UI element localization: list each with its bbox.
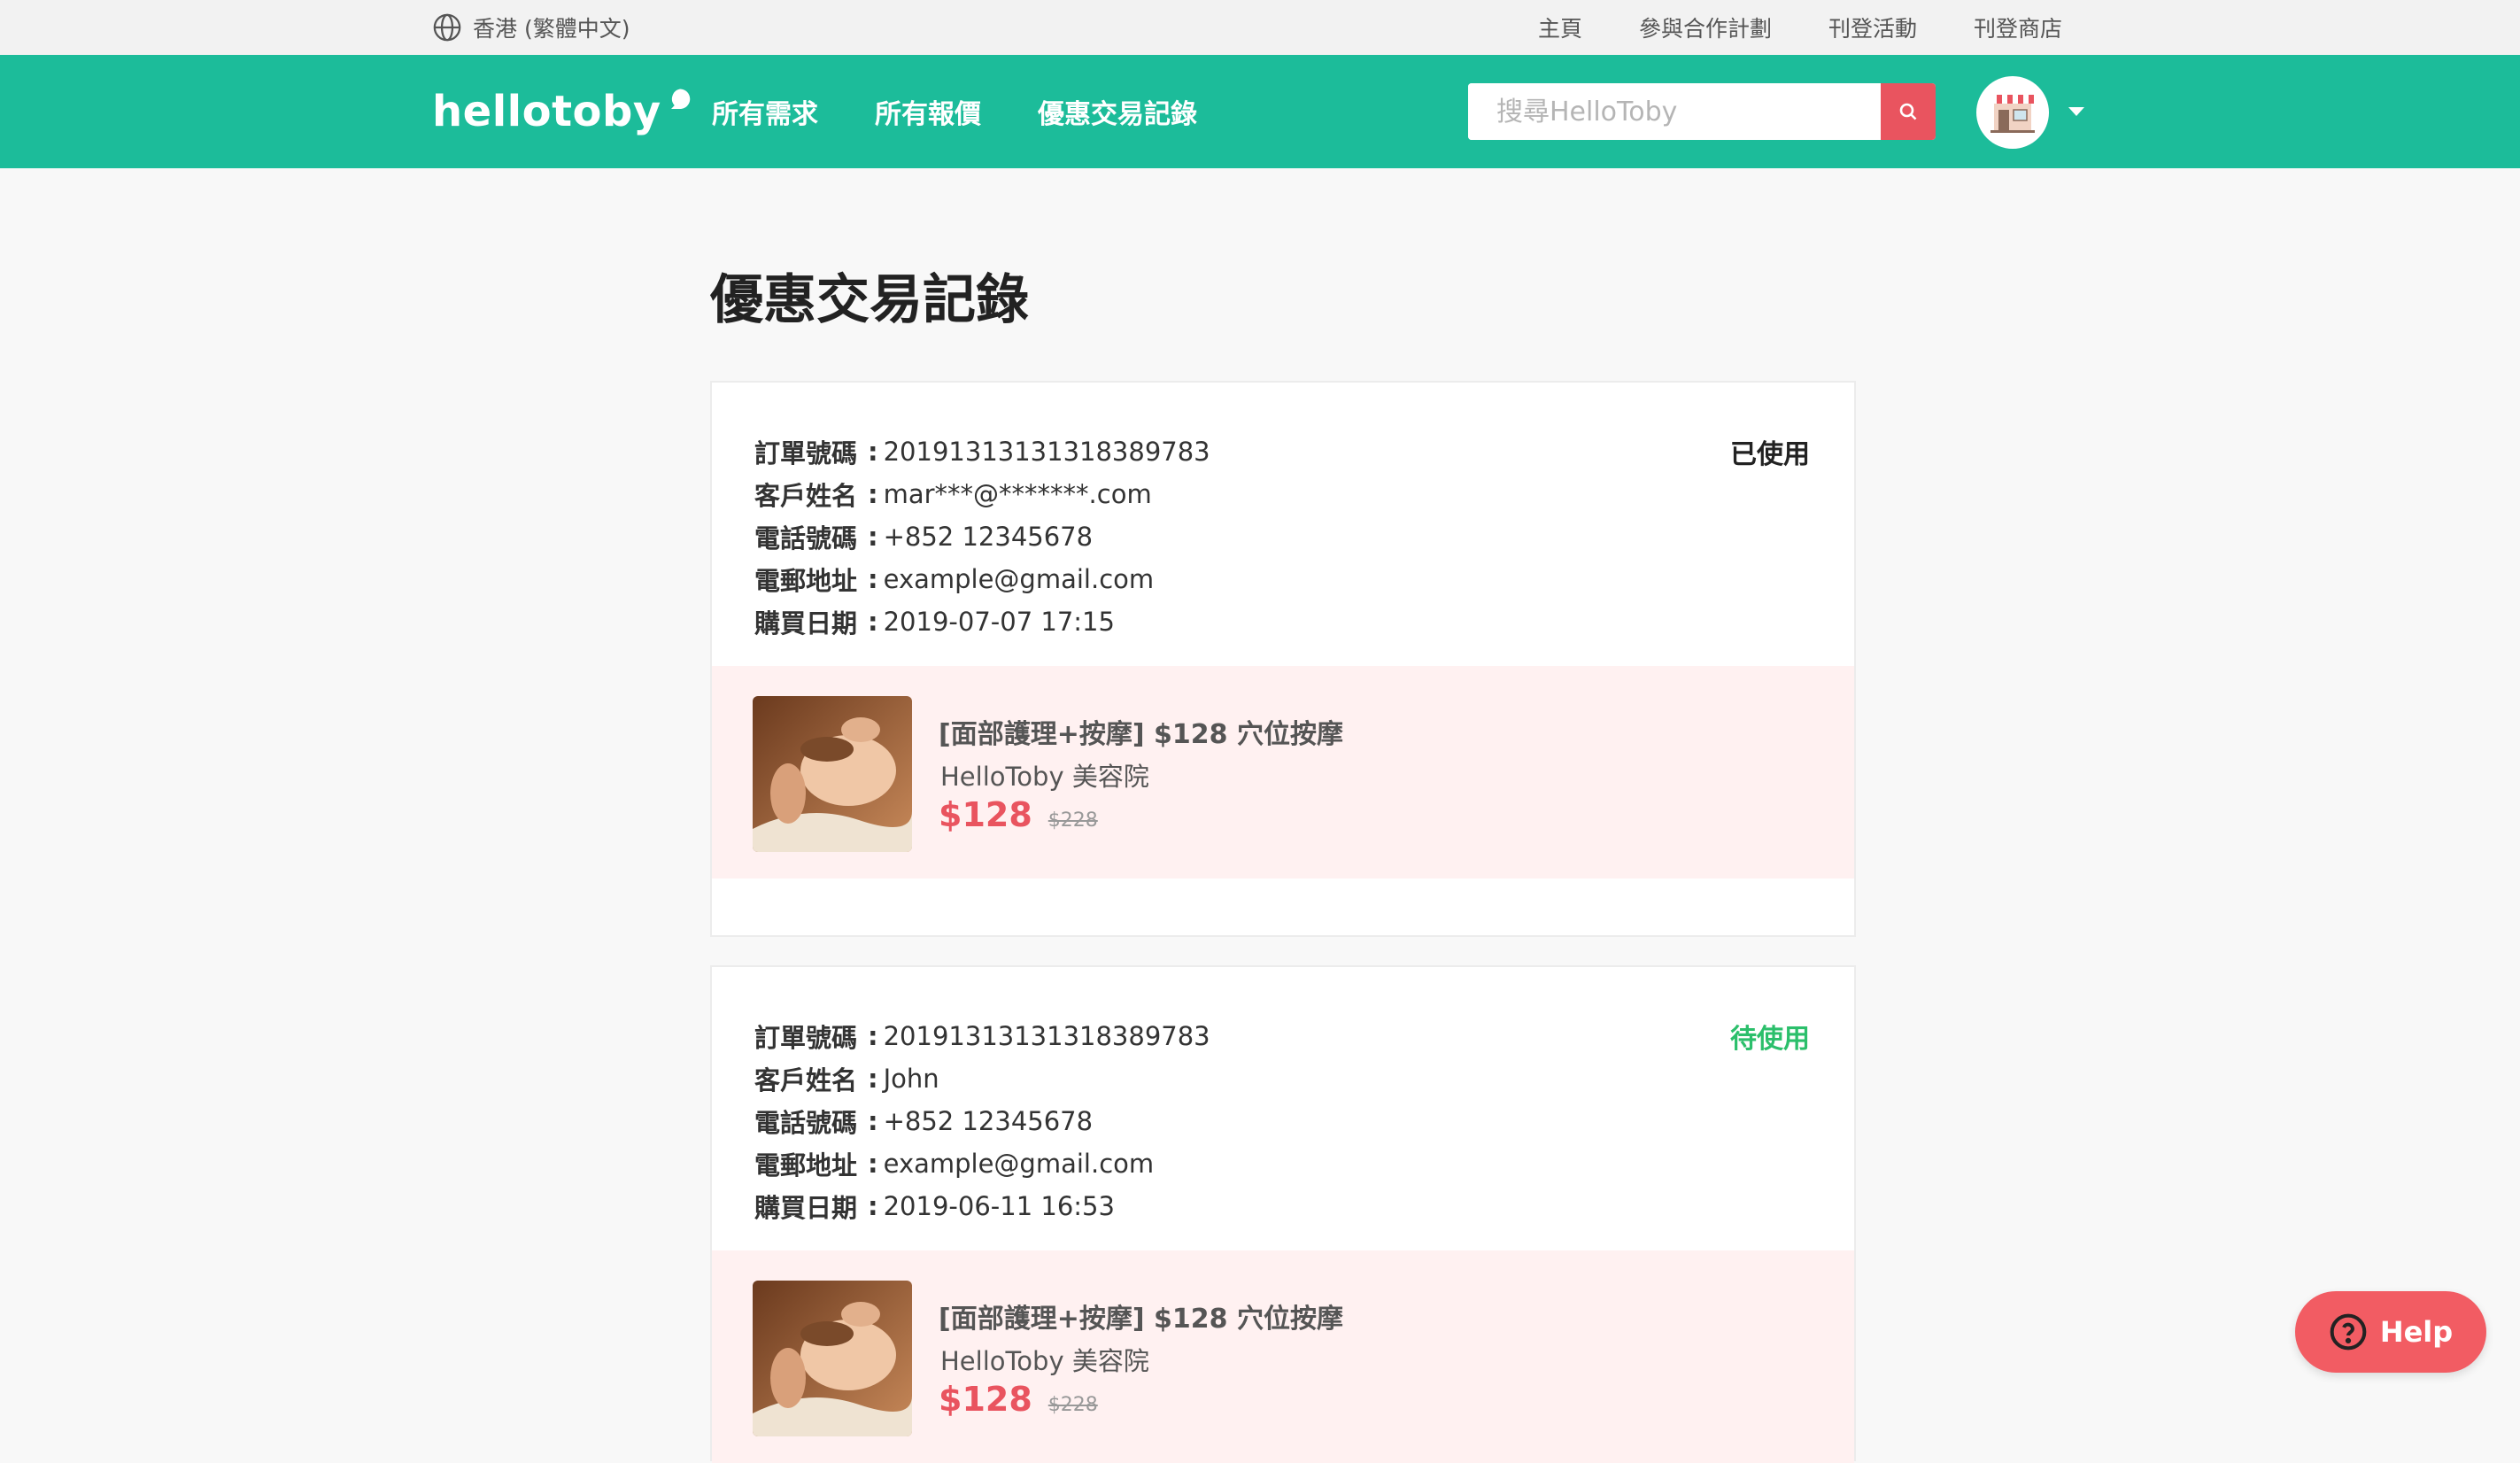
email-label: 電郵地址 [754,566,858,596]
order-card: 訂單號碼:20191313131318389783 客戶姓名: John 電話號碼… [710,965,1856,1463]
locale-label: 香港 (繁體中文) [473,16,630,42]
avatar[interactable] [1976,76,2049,149]
order-card: 訂單號碼:20191313131318389783 客戶姓名: mar***@**… [710,381,1856,937]
deal-price: $128 [939,795,1032,834]
deal-original-price: $228 [1047,1394,1098,1416]
deal-title[interactable]: [面部護理+按摩] $128 穴位按摩 [939,1297,1343,1335]
question-icon [2330,1313,2367,1351]
deal-item[interactable]: [面部護理+按摩] $128 穴位按摩 HelloToby 美容院 $128 $… [712,666,1854,879]
order-number: 20191313131318389783 [883,1021,1210,1051]
hellotoby-logo[interactable]: hellotoby [432,55,693,168]
nav-deal-transactions[interactable]: 優惠交易記錄 [1038,92,1197,131]
main-nav: 所有需求 所有報價 優惠交易記錄 [712,55,1197,168]
email-label: 電郵地址 [754,1150,858,1180]
page-title: 優惠交易記錄 [710,269,1029,331]
deal-original-price: $228 [1047,809,1098,832]
search-input[interactable] [1468,83,1881,140]
order-number: 20191313131318389783 [883,437,1210,467]
logo-text: hellotoby [432,87,661,136]
order-details: 訂單號碼:20191313131318389783 客戶姓名: John 電話號碼… [754,1015,1210,1227]
customer-name-label: 客戶姓名 [754,481,858,511]
phone-label: 電話號碼 [754,1108,858,1138]
top-link-partner-program[interactable]: 參與合作計劃 [1639,12,1772,43]
deal-thumbnail[interactable] [753,1281,912,1436]
customer-name: mar***@*******.com [883,479,1152,509]
order-number-label: 訂單號碼 [754,438,858,468]
deal-item[interactable]: [面部護理+按摩] $128 穴位按摩 HelloToby 美容院 $128 $… [712,1250,1854,1463]
order-details: 訂單號碼:20191313131318389783 客戶姓名: mar***@**… [754,430,1210,643]
top-link-home[interactable]: 主頁 [1538,12,1582,43]
chevron-down-icon[interactable] [2068,107,2084,116]
customer-name: John [883,1064,939,1094]
help-label: Help [2379,1315,2454,1349]
purchase-date: 2019-06-11 16:53 [883,1191,1115,1221]
customer-name-label: 客戶姓名 [754,1065,858,1095]
status-badge: 待使用 [1730,1024,1810,1055]
language-selector[interactable]: 香港 (繁體中文) [432,0,630,55]
globe-icon [433,13,461,42]
phone-number: +852 12345678 [883,522,1094,552]
status-badge: 已使用 [1730,439,1810,470]
deal-shop-name: HelloToby 美容院 [940,1346,1149,1376]
main-header: hellotoby 所有需求 所有報價 優惠交易記錄 [0,55,2520,168]
purchase-date-label: 購買日期 [754,608,858,639]
speech-bubble-icon [670,89,690,109]
nav-all-requests[interactable]: 所有需求 [712,92,818,131]
phone-number: +852 12345678 [883,1106,1094,1136]
nav-all-quotes[interactable]: 所有報價 [875,92,981,131]
purchase-date: 2019-07-07 17:15 [883,607,1115,637]
search-box [1468,83,1936,140]
deal-price: $128 [939,1380,1032,1419]
search-button[interactable] [1881,83,1936,140]
email-address: example@gmail.com [883,1149,1155,1179]
deal-shop-name: HelloToby 美容院 [940,762,1149,792]
top-link-post-shop[interactable]: 刊登商店 [1974,12,2062,43]
help-button[interactable]: Help [2295,1291,2486,1373]
deal-thumbnail[interactable] [753,696,912,852]
top-link-post-event[interactable]: 刊登活動 [1828,12,1917,43]
search-icon [1899,103,1917,120]
purchase-date-label: 購買日期 [754,1193,858,1223]
order-number-label: 訂單號碼 [754,1023,858,1053]
email-address: example@gmail.com [883,564,1155,594]
deal-title[interactable]: [面部護理+按摩] $128 穴位按摩 [939,712,1343,751]
phone-label: 電話號碼 [754,523,858,553]
top-utility-bar: 香港 (繁體中文) 主頁 參與合作計劃 刊登活動 刊登商店 [0,0,2520,56]
shop-icon [1990,95,2035,133]
